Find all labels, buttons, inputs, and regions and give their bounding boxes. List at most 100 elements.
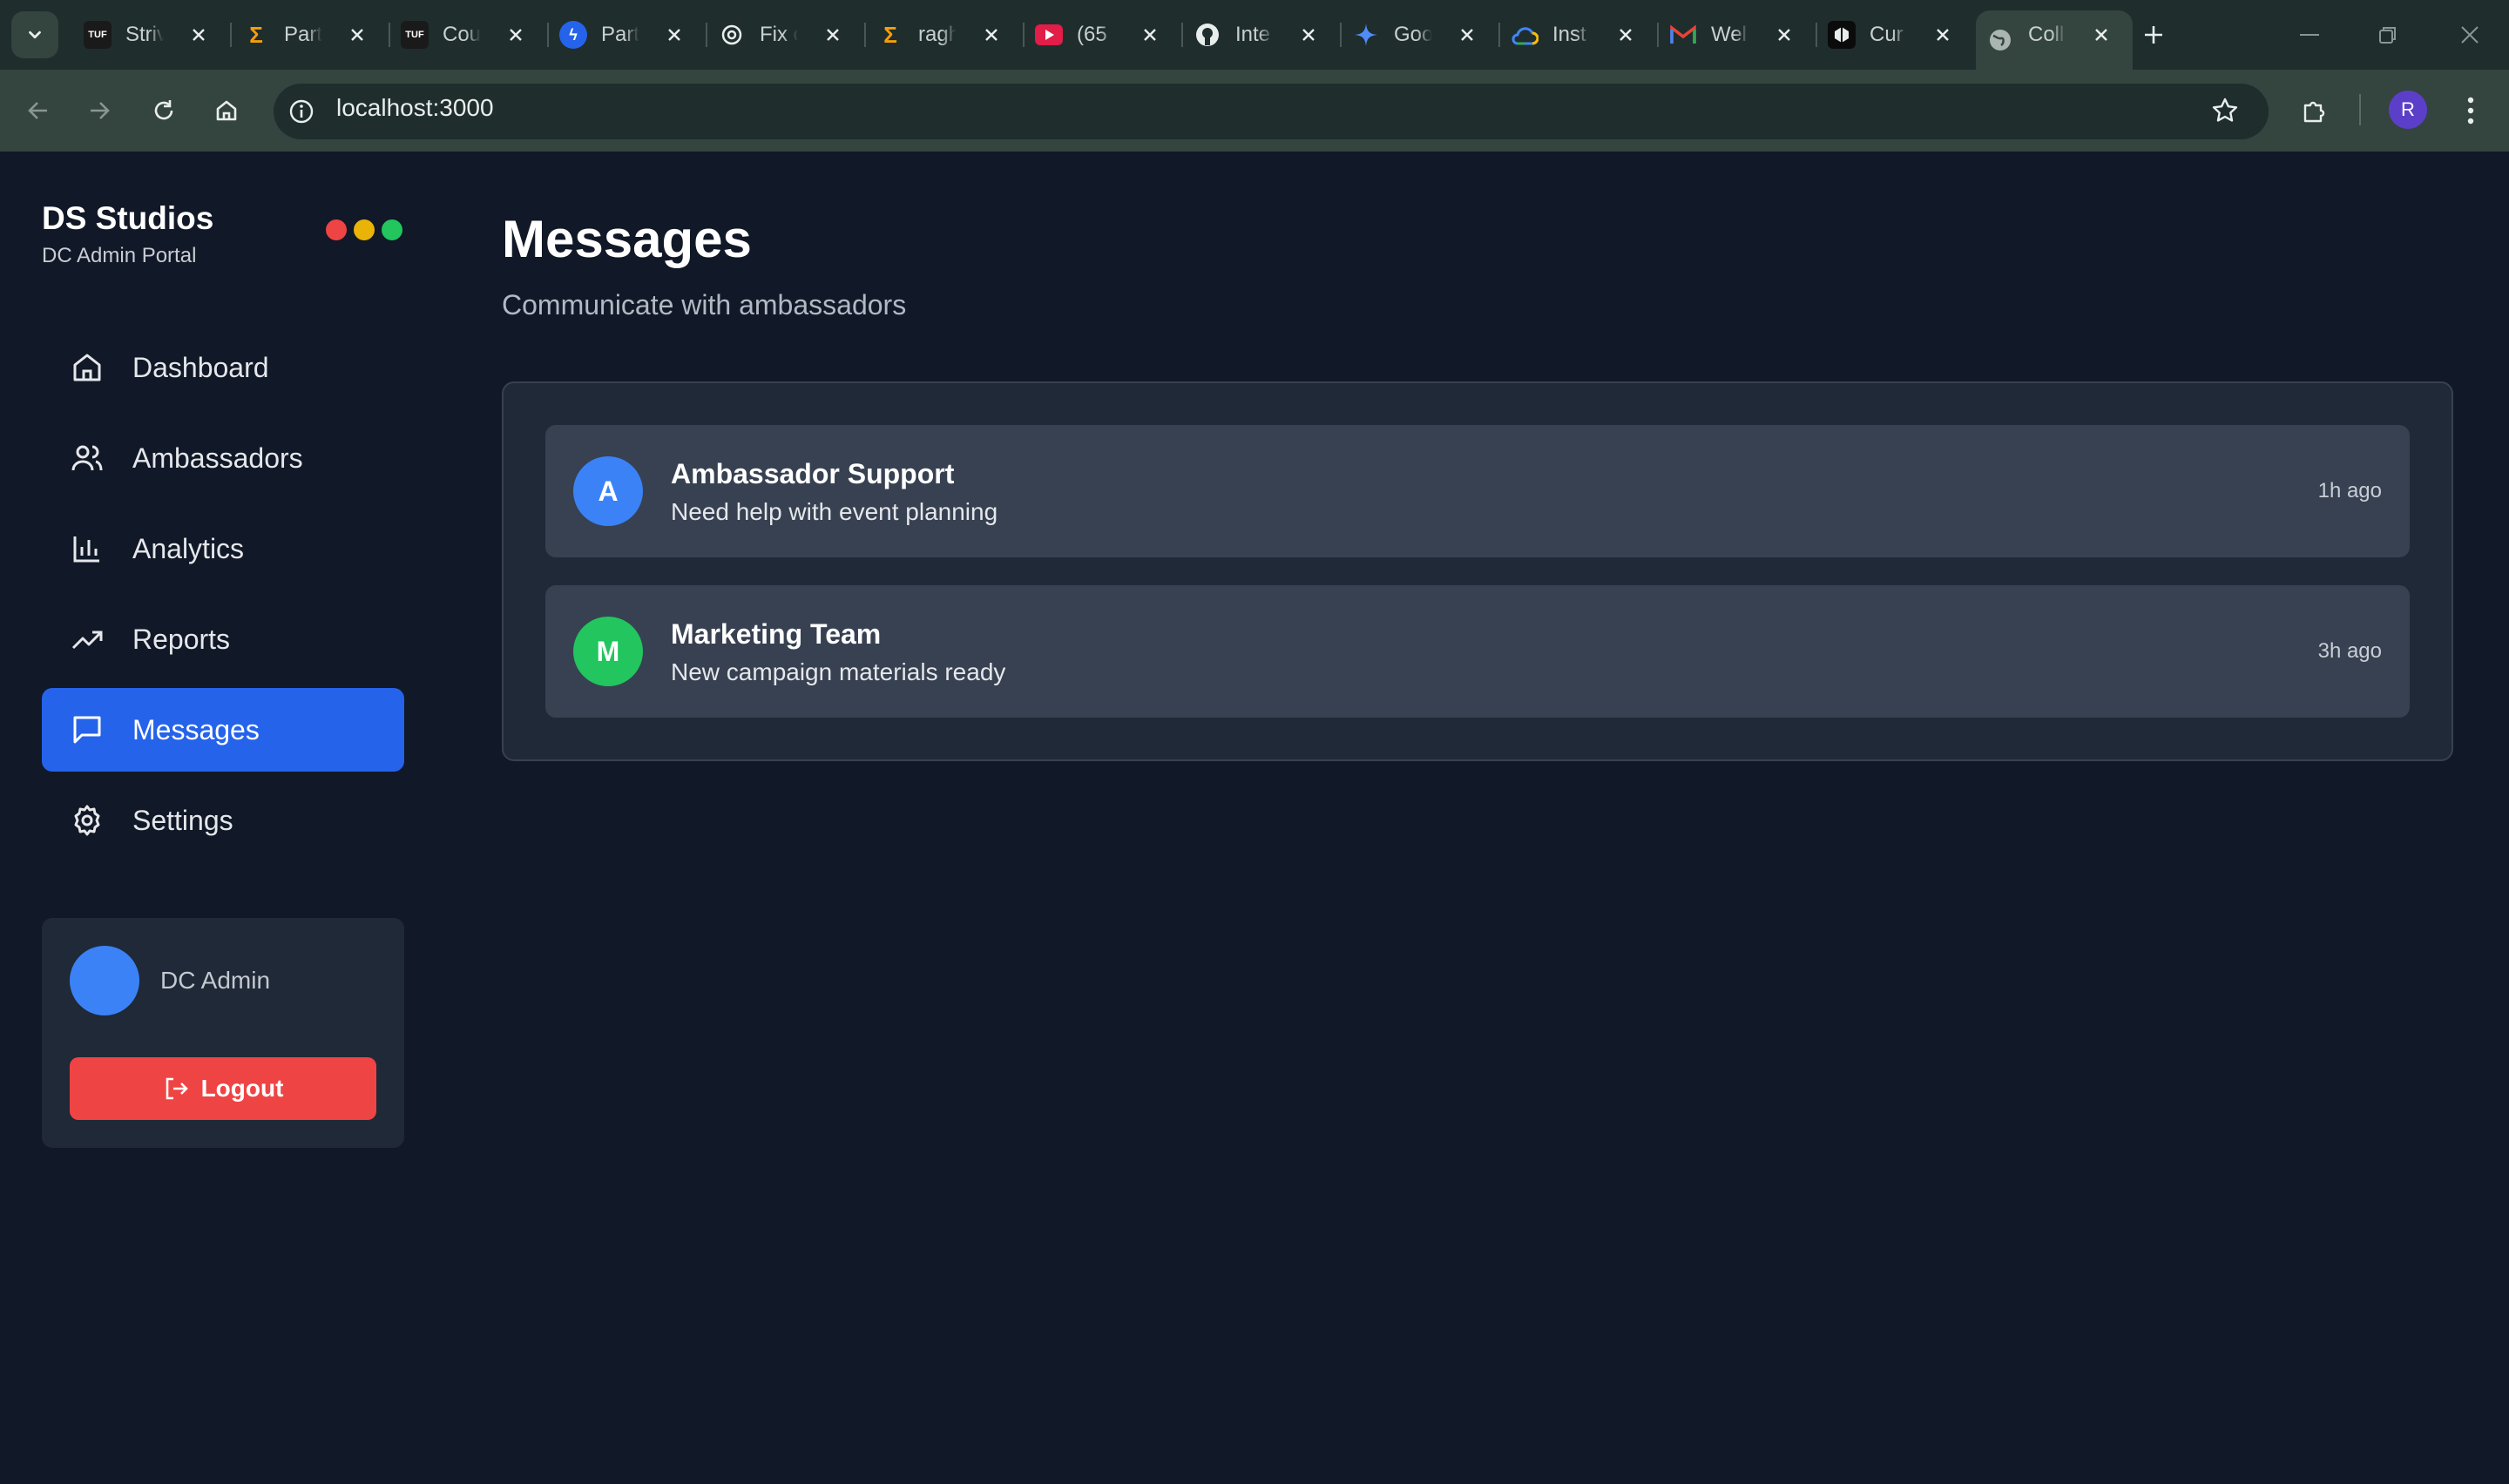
close-icon[interactable] (1770, 21, 1798, 49)
message-item[interactable]: M Marketing Team New campaign materials … (545, 585, 2410, 718)
logout-icon (166, 1077, 188, 1100)
message-item[interactable]: A Ambassador Support Need help with even… (545, 425, 2410, 557)
url-text[interactable]: localhost:3000 (336, 94, 494, 122)
browser-tab[interactable]: Cur (1817, 10, 1974, 59)
sidebar-item-ambassadors[interactable]: Ambassadors (42, 416, 404, 500)
home-icon (73, 354, 101, 381)
sidebar-item-dashboard[interactable]: Dashboard (42, 326, 404, 409)
logout-label: Logout (200, 1075, 284, 1102)
chevron-down-icon (29, 30, 41, 39)
message-square-icon (73, 716, 101, 744)
users-icon (71, 445, 103, 471)
tab-title: (65 (1077, 23, 1107, 46)
message-preview: Need help with event planning (671, 498, 998, 525)
browser-tab[interactable]: ϟ Part (549, 10, 707, 59)
red-dot (326, 219, 347, 240)
brand-subtitle: DC Admin Portal (42, 244, 197, 267)
message-title: Ambassador Support (671, 458, 955, 489)
plus-icon (2145, 26, 2162, 44)
browser-tab[interactable]: TUF Cou (390, 10, 549, 59)
sigma-icon: Σ (883, 21, 897, 48)
sidebar-item-settings[interactable]: Settings (42, 779, 404, 862)
browser-tab[interactable]: Inst (1500, 10, 1659, 59)
site-info-icon[interactable] (286, 96, 317, 127)
google-cloud-icon (1511, 21, 1539, 49)
close-icon[interactable] (1453, 21, 1481, 49)
tab-title: Cur (1870, 23, 1904, 46)
sidebar-item-reports[interactable]: Reports (42, 597, 404, 681)
close-icon[interactable] (2087, 21, 2115, 49)
message-time: 1h ago (2317, 479, 2382, 503)
browser-tab[interactable]: Inte (1183, 10, 1342, 59)
browser-tab[interactable]: Goo (1342, 10, 1500, 59)
reload-button[interactable] (141, 88, 186, 133)
toolbar-divider (2359, 94, 2361, 125)
browser-tab[interactable]: Σ Part (232, 10, 390, 59)
browser-tab[interactable]: Fix c (707, 10, 866, 59)
sidebar-item-label: Analytics (132, 532, 245, 564)
tuf-icon: TUF (84, 21, 112, 49)
globe-icon (1986, 26, 2014, 54)
tab-search-button[interactable] (11, 11, 58, 58)
message-preview: New campaign materials ready (671, 658, 1006, 685)
restore-button[interactable] (2349, 0, 2427, 70)
close-icon[interactable] (1612, 21, 1640, 49)
close-icon[interactable] (343, 21, 371, 49)
close-icon[interactable] (185, 21, 213, 49)
sigma-icon: Σ (249, 21, 263, 48)
bar-chart-icon (73, 536, 99, 563)
trending-up-icon (71, 631, 103, 650)
close-icon[interactable] (502, 21, 530, 49)
browser-tab-active[interactable]: Coll (1976, 10, 2133, 70)
close-icon[interactable] (977, 21, 1005, 49)
sidebar-item-label: Reports (132, 623, 231, 655)
yellow-dot (354, 219, 375, 240)
tab-title: Cou (443, 23, 481, 46)
home-button[interactable] (204, 88, 249, 133)
arrow-left-icon (28, 102, 47, 119)
brand-title: DS Studios (42, 200, 214, 236)
openai-icon (718, 21, 746, 49)
bookmark-button[interactable] (2202, 88, 2248, 133)
sidebar-item-label: Settings (132, 804, 233, 836)
close-icon[interactable] (819, 21, 847, 49)
profile-avatar[interactable]: R (2389, 91, 2427, 129)
extensions-button[interactable] (2291, 88, 2337, 133)
browser-menu-button[interactable] (2448, 88, 2493, 133)
user-card: DC Admin Logout (42, 918, 404, 1148)
sidebar-item-label: Dashboard (132, 351, 269, 383)
browser-tab[interactable]: TUF Striver (73, 10, 232, 59)
close-icon[interactable] (660, 21, 688, 49)
avatar: M (573, 617, 643, 686)
message-time: 3h ago (2317, 639, 2382, 663)
close-window-button[interactable] (2431, 0, 2509, 70)
browser-tab[interactable]: Wel (1659, 10, 1817, 59)
tab-title: Part (284, 23, 322, 46)
message-title: Marketing Team (671, 618, 882, 650)
new-tab-button[interactable] (2136, 17, 2171, 52)
window-dots (326, 219, 402, 240)
close-icon[interactable] (1929, 21, 1957, 49)
browser-tab[interactable]: Σ ragh (866, 10, 1025, 59)
bolt-icon: ϟ (559, 21, 587, 49)
browser-tab[interactable]: (65 (1025, 10, 1183, 59)
close-icon[interactable] (1136, 21, 1164, 49)
minimize-icon (2300, 34, 2319, 36)
tab-title: Part (601, 23, 639, 46)
gmail-icon (1669, 21, 1697, 49)
sidebar-item-analytics[interactable]: Analytics (42, 507, 404, 590)
close-icon[interactable] (1295, 21, 1322, 49)
minimize-button[interactable] (2270, 0, 2349, 70)
address-bar[interactable] (274, 84, 2269, 139)
close-icon (2461, 26, 2479, 44)
page-subtitle: Communicate with ambassadors (502, 289, 907, 320)
cursor-icon (1828, 21, 1856, 49)
logout-button[interactable]: Logout (70, 1057, 376, 1120)
star-icon (2212, 98, 2238, 122)
sidebar-item-messages[interactable]: Messages (42, 688, 404, 772)
avatar (70, 946, 139, 1015)
forward-button[interactable] (77, 88, 122, 133)
sidebar-item-label: Ambassadors (132, 442, 303, 474)
back-button[interactable] (16, 88, 61, 133)
tab-title: Fix c (760, 23, 798, 46)
